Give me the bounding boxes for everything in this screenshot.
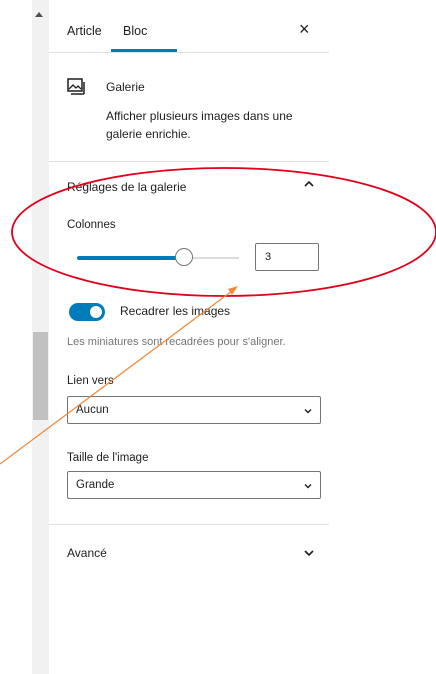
link-to-select[interactable]: Aucun	[67, 396, 321, 424]
sidebar-tabs: Article Bloc ×	[49, 0, 329, 53]
columns-slider-fill	[77, 256, 185, 260]
scrollbar-thumb[interactable]	[33, 332, 48, 420]
columns-input[interactable]: 3	[255, 243, 319, 271]
tab-article[interactable]: Article	[67, 24, 102, 38]
gallery-settings-header[interactable]: Réglages de la galerie	[67, 180, 186, 194]
left-gutter	[0, 0, 32, 674]
crop-images-label: Recadrer les images	[120, 304, 231, 318]
columns-slider-handle[interactable]	[175, 248, 193, 266]
close-icon[interactable]: ×	[299, 20, 310, 38]
chevron-down-icon	[304, 484, 312, 489]
link-to-label: Lien vers	[67, 375, 114, 387]
crop-images-toggle[interactable]	[69, 303, 105, 321]
block-card: Galerie Afficher plusieurs images dans u…	[49, 53, 329, 162]
image-size-select[interactable]: Grande	[67, 471, 321, 499]
gallery-icon	[67, 78, 85, 95]
active-tab-indicator	[111, 49, 177, 52]
image-size-label: Taille de l'image	[67, 452, 149, 464]
columns-label: Colonnes	[67, 219, 116, 231]
advanced-section-header[interactable]: Avancé	[67, 546, 107, 560]
crop-images-help: Les miniatures sont recadrées pour s'ali…	[67, 336, 286, 348]
chevron-down-icon[interactable]	[303, 547, 315, 559]
link-to-value: Aucun	[76, 404, 109, 416]
block-description: Afficher plusieurs images dans une galer…	[106, 109, 293, 141]
tab-bloc[interactable]: Bloc	[123, 24, 147, 38]
chevron-down-icon	[304, 409, 312, 414]
block-title: Galerie	[106, 80, 145, 94]
scroll-up-icon[interactable]	[35, 12, 43, 17]
section-divider	[49, 524, 329, 525]
block-settings-panel: Article Bloc × Galerie Afficher plusieur…	[49, 0, 436, 674]
chevron-up-icon[interactable]	[303, 178, 315, 190]
image-size-value: Grande	[76, 479, 115, 491]
toggle-knob	[90, 306, 102, 318]
